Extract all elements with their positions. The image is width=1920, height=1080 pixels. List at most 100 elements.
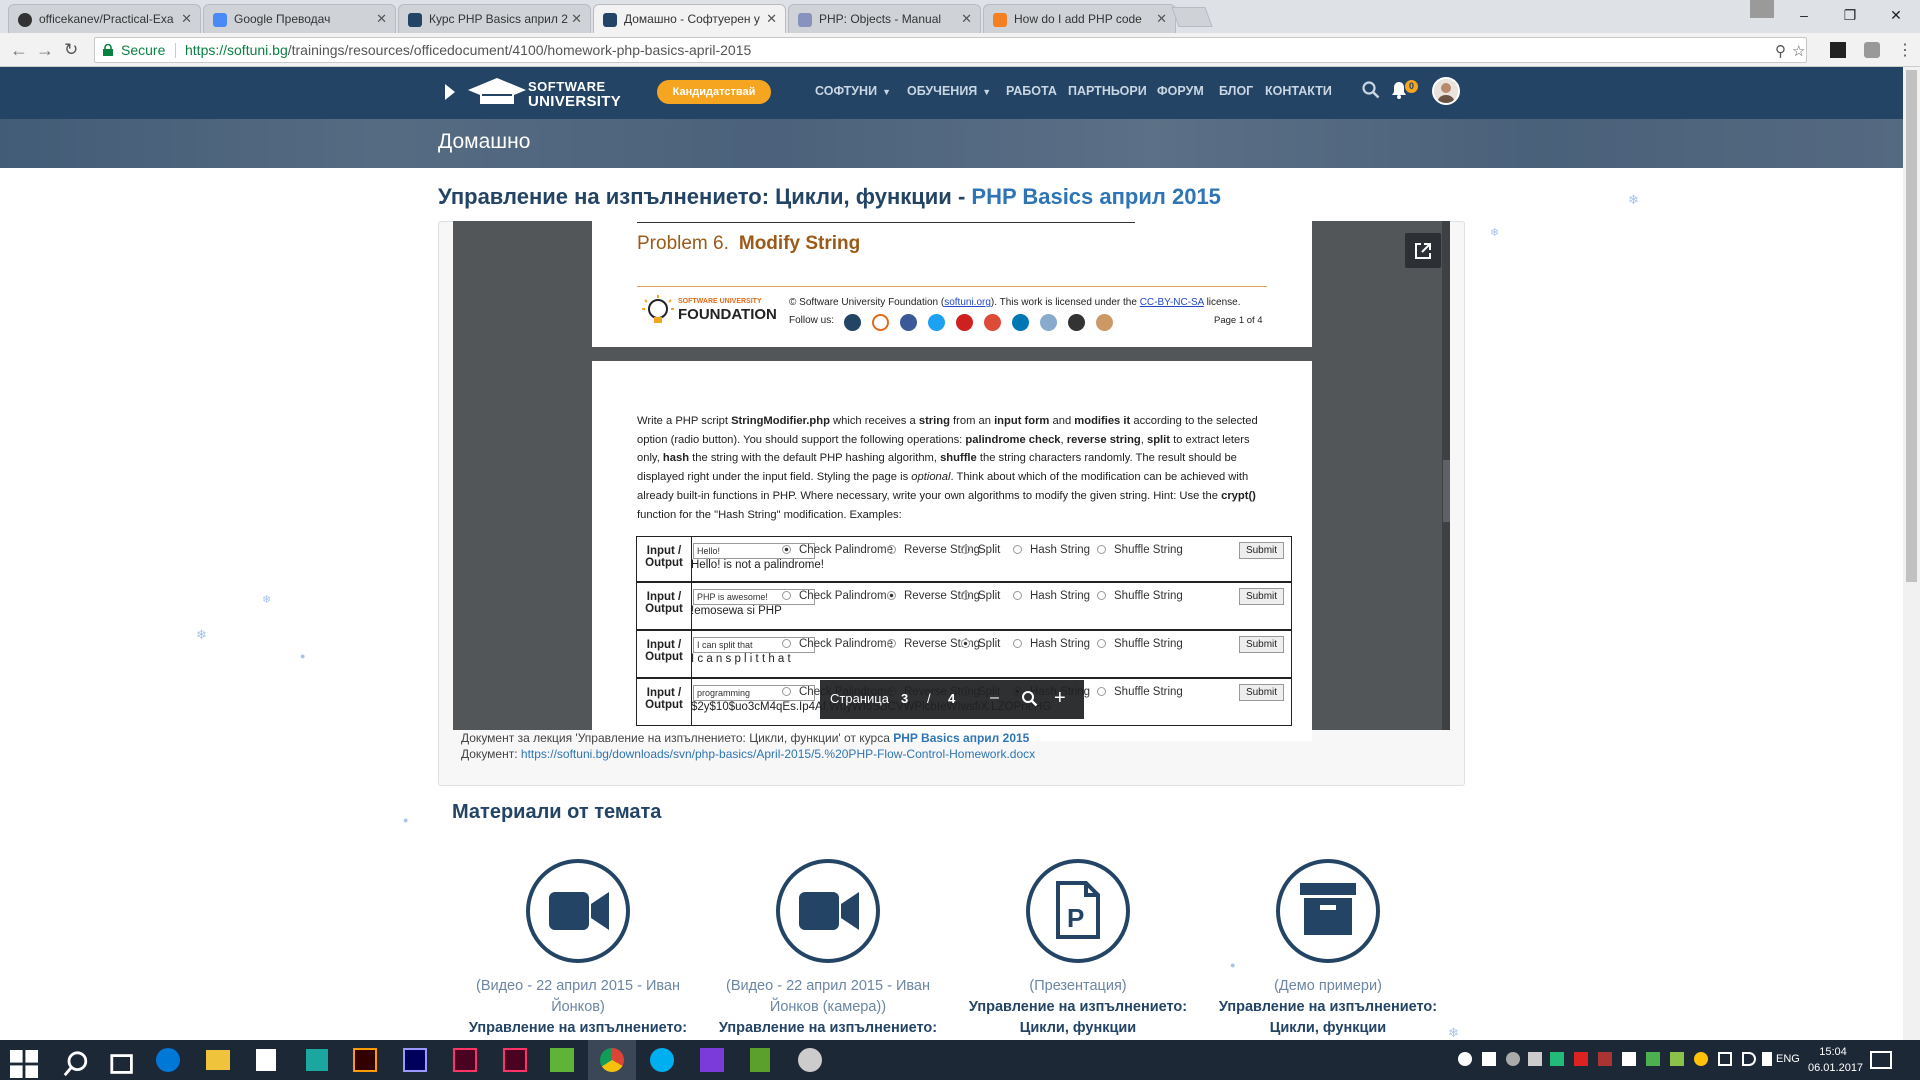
- nav-item-blog[interactable]: БЛОГ: [1219, 84, 1253, 98]
- app-tray-icon[interactable]: [1694, 1052, 1708, 1066]
- forward-icon[interactable]: →: [36, 40, 54, 61]
- material-icon-circle[interactable]: [1276, 859, 1380, 963]
- example-radio-option[interactable]: Check Palindrome: [782, 544, 893, 556]
- example-radio-option[interactable]: Split: [961, 544, 1000, 556]
- app-icon[interactable]: [798, 1048, 822, 1072]
- radio-button[interactable]: [961, 591, 970, 600]
- browser-tab-active[interactable]: Домашно - Софтуерен у ✕: [593, 4, 786, 33]
- softuni-social-icon[interactable]: [844, 314, 861, 331]
- after-effects-icon[interactable]: [403, 1048, 427, 1072]
- radio-button[interactable]: [1097, 545, 1106, 554]
- apply-button[interactable]: Кандидатствай: [657, 80, 771, 104]
- download-link[interactable]: https://softuni.bg/downloads/svn/php-bas…: [521, 747, 1035, 761]
- material-label[interactable]: (Демо примери): [1218, 976, 1438, 997]
- browser-tab[interactable]: PHP: Objects - Manual ✕: [788, 4, 981, 33]
- obs-icon[interactable]: [1458, 1052, 1472, 1066]
- youtube-icon[interactable]: [956, 314, 973, 331]
- logo-text-line2[interactable]: UNIVERSITY: [528, 94, 621, 109]
- app-icon[interactable]: [306, 1049, 328, 1071]
- zoom-in-icon[interactable]: +: [1054, 687, 1066, 710]
- example-radio-option[interactable]: Hash String: [1013, 638, 1090, 650]
- avatar[interactable]: [1432, 77, 1460, 105]
- illustrator-icon[interactable]: [353, 1048, 377, 1072]
- nav-item-contacts[interactable]: КОНТАКТИ: [1265, 84, 1332, 98]
- url-text[interactable]: https://softuni.bg/trainings/resources/o…: [185, 38, 751, 62]
- radio-button[interactable]: [1097, 687, 1106, 696]
- example-radio-option[interactable]: Shuffle String: [1097, 686, 1183, 698]
- new-tab-button[interactable]: [1171, 7, 1213, 27]
- course-link[interactable]: PHP Basics април 2015: [893, 731, 1029, 745]
- radio-button[interactable]: [1013, 591, 1022, 600]
- close-tab-icon[interactable]: ✕: [571, 11, 582, 27]
- app-icon[interactable]: [550, 1048, 574, 1072]
- search-icon[interactable]: [1362, 81, 1380, 99]
- slideshare-icon[interactable]: [1040, 314, 1057, 331]
- shield-icon[interactable]: [1482, 1052, 1496, 1066]
- example-submit-button[interactable]: Submit: [1239, 542, 1284, 559]
- course-link[interactable]: PHP Basics април 2015: [971, 184, 1221, 209]
- radio-button[interactable]: [1013, 545, 1022, 554]
- radio-button[interactable]: [887, 591, 896, 600]
- radio-button[interactable]: [887, 545, 896, 554]
- app-tray-icon[interactable]: [1670, 1052, 1684, 1066]
- radio-button[interactable]: [961, 639, 970, 648]
- notepad-icon[interactable]: [750, 1048, 770, 1072]
- facebook-icon[interactable]: [900, 314, 917, 331]
- linkedin-icon[interactable]: [1012, 314, 1029, 331]
- material-label[interactable]: (Презентация): [968, 976, 1188, 997]
- network-icon[interactable]: [1718, 1052, 1732, 1066]
- radio-button[interactable]: [782, 639, 791, 648]
- radio-button[interactable]: [782, 545, 791, 554]
- file-explorer-icon[interactable]: [206, 1050, 230, 1070]
- zoom-icon[interactable]: ⚲: [1775, 40, 1786, 64]
- material-label[interactable]: (Видео - 22 април 2015 - Иван Йонков (ка…: [718, 976, 938, 1018]
- browser-tab[interactable]: How do I add PHP code ✕: [983, 4, 1176, 33]
- example-radio-option[interactable]: Check Palindrome: [782, 638, 893, 650]
- indesign-icon[interactable]: [453, 1048, 477, 1072]
- google-plus-icon[interactable]: [984, 314, 1001, 331]
- app-tray-icon[interactable]: [1528, 1052, 1542, 1066]
- browser-tab[interactable]: Курс PHP Basics април 2 ✕: [398, 4, 591, 33]
- graduation-cap-icon[interactable]: [466, 76, 528, 108]
- page-scroll-thumb[interactable]: [1906, 70, 1917, 582]
- taskbar-clock[interactable]: 15:04 06.01.2017: [1808, 1044, 1863, 1076]
- example-radio-option[interactable]: Shuffle String: [1097, 590, 1183, 602]
- radio-button[interactable]: [1013, 639, 1022, 648]
- radio-button[interactable]: [1097, 639, 1106, 648]
- logo-text-line1[interactable]: SOFTWARE: [528, 80, 606, 93]
- notifications-icon[interactable]: [1870, 1051, 1892, 1069]
- nav-item-softuni[interactable]: СОФТУНИ ▼: [815, 84, 891, 98]
- close-tab-icon[interactable]: ✕: [181, 11, 192, 27]
- chrome-icon[interactable]: [600, 1048, 624, 1072]
- material-icon-circle[interactable]: P: [1026, 859, 1130, 963]
- material-icon-circle[interactable]: [776, 859, 880, 963]
- radio-button[interactable]: [782, 591, 791, 600]
- material-title[interactable]: Управление на изпълнението: Цикли, функц…: [968, 997, 1188, 1039]
- example-radio-option[interactable]: Hash String: [1013, 590, 1090, 602]
- search-icon[interactable]: [62, 1050, 90, 1078]
- back-icon[interactable]: ←: [10, 40, 28, 61]
- menu-kebab-icon[interactable]: ⋮: [1897, 40, 1913, 60]
- extension-icon[interactable]: [1830, 42, 1846, 58]
- browser-tab[interactable]: Google Преводач ✕: [203, 4, 396, 33]
- license-link[interactable]: CC-BY-NC-SA: [1140, 297, 1204, 308]
- viewer-scroll-thumb[interactable]: [1443, 460, 1450, 522]
- open-external-button[interactable]: [1405, 233, 1441, 268]
- close-tab-icon[interactable]: ✕: [766, 11, 777, 27]
- close-tab-icon[interactable]: ✕: [376, 11, 387, 27]
- material-title[interactable]: Управление на изпълнението:: [468, 1018, 688, 1039]
- softuni-foundation-icon[interactable]: [872, 314, 889, 331]
- material-label[interactable]: (Видео - 22 април 2015 - Иван Йонков): [468, 976, 688, 1018]
- app-tray-icon[interactable]: [1598, 1052, 1612, 1066]
- language-indicator[interactable]: ENG: [1776, 1053, 1800, 1065]
- browser-tab[interactable]: officekanev/Practical-Exa ✕: [8, 4, 201, 33]
- skype-icon[interactable]: [650, 1048, 674, 1072]
- bookmark-star-icon[interactable]: ☆: [1792, 40, 1805, 64]
- cloud-icon[interactable]: [1506, 1052, 1520, 1066]
- task-view-icon[interactable]: [109, 1050, 137, 1078]
- example-submit-button[interactable]: Submit: [1239, 636, 1284, 653]
- nav-item-partners[interactable]: ПАРТНЬОРИ: [1068, 84, 1147, 98]
- example-radio-option[interactable]: Hash String: [1013, 544, 1090, 556]
- example-submit-button[interactable]: Submit: [1239, 588, 1284, 605]
- github-icon[interactable]: [1068, 314, 1085, 331]
